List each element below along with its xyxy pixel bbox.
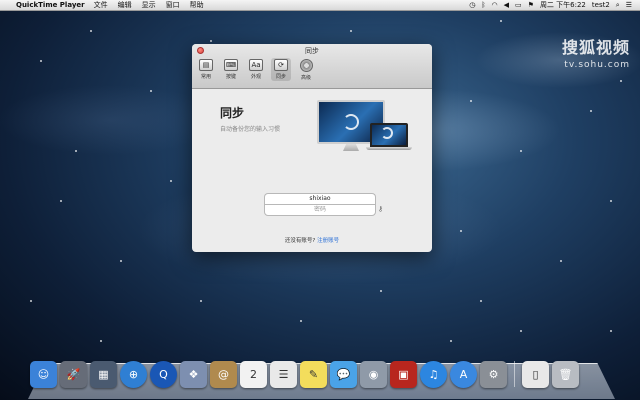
facetime-icon[interactable]: ◉ xyxy=(360,361,387,388)
keyboard-icon: ⌨ xyxy=(224,59,238,71)
menu-file[interactable]: 文件 xyxy=(94,0,108,10)
tab-appearance-label: 外观 xyxy=(250,74,261,80)
menu-edit[interactable]: 编辑 xyxy=(118,0,132,10)
menu-bar: QuickTime Player 文件 编辑 显示 窗口 帮助 ◷ ᛒ ◠ ◀ … xyxy=(0,0,640,11)
mission-control-icon[interactable]: ▦ xyxy=(90,361,117,388)
window-title: 同步 xyxy=(305,47,319,55)
reminders-icon[interactable]: ☰ xyxy=(270,361,297,388)
quicktime-icon[interactable]: Q xyxy=(150,361,177,388)
volume-icon[interactable]: ◀ xyxy=(504,1,509,9)
photo-booth-icon[interactable]: ▣ xyxy=(390,361,417,388)
password-field[interactable]: 密码 xyxy=(264,204,376,216)
contacts-icon[interactable]: @ xyxy=(210,361,237,388)
pane-subtitle: 自动备份您的输入习惯 xyxy=(220,126,281,133)
menu-extras: ◷ ᛒ ◠ ◀ ▭ ⚑ 周二 下午6:22 test2 ⌕ ☰ xyxy=(469,0,640,10)
preview-icon[interactable]: ❖ xyxy=(180,361,207,388)
signup-line: 还没有账号? 注册账号 xyxy=(192,236,432,244)
notification-center-icon[interactable]: ☰ xyxy=(626,1,632,9)
bluetooth-icon[interactable]: ᛒ xyxy=(481,1,485,9)
tab-keys[interactable]: ⌨ 按键 xyxy=(221,58,241,81)
tab-advanced[interactable]: 高级 xyxy=(296,58,316,81)
safari-icon[interactable]: ⊕ xyxy=(120,361,147,388)
sync-symbol-icon xyxy=(343,114,359,130)
imac-stand xyxy=(343,144,359,151)
laptop-illustration xyxy=(370,123,408,147)
preferences-toolbar: ▤ 常用 ⌨ 按键 Aa 外观 ⟳ 同步 高级 xyxy=(196,58,316,81)
watermark: 搜狐视频 tv.sohu.com xyxy=(562,34,630,70)
menu-help[interactable]: 帮助 xyxy=(190,0,204,10)
tab-general[interactable]: ▤ 常用 xyxy=(196,58,216,81)
spotlight-icon[interactable]: ⌕ xyxy=(616,1,620,10)
sync-pane: 同步 自动备份您的输入习惯 shixiao 密码 ⚷ 还没有账号? 注册账号 xyxy=(192,90,432,252)
menu-view[interactable]: 显示 xyxy=(142,0,156,10)
menu-window[interactable]: 窗口 xyxy=(166,0,180,10)
appearance-icon: Aa xyxy=(249,59,263,71)
tab-appearance[interactable]: Aa 外观 xyxy=(246,58,266,81)
menu-app-name[interactable]: QuickTime Player xyxy=(16,1,85,9)
notes-icon[interactable]: ✎ xyxy=(300,361,327,388)
laptop-base xyxy=(366,147,412,150)
sync-preferences-window: 同步 ▤ 常用 ⌨ 按键 Aa 外观 ⟳ 同步 高级 同步 自动备份您的输入习惯… xyxy=(192,44,432,252)
tab-general-label: 常用 xyxy=(200,74,211,80)
itunes-icon[interactable]: ♫ xyxy=(420,361,447,388)
wifi-icon[interactable]: ◠ xyxy=(492,1,498,9)
window-titlebar[interactable]: 同步 ▤ 常用 ⌨ 按键 Aa 外观 ⟳ 同步 高级 xyxy=(192,44,432,89)
battery-icon[interactable]: ▭ xyxy=(515,1,522,9)
pane-heading: 同步 xyxy=(220,106,245,120)
system-preferences-icon[interactable]: ⚙ xyxy=(480,361,507,388)
menu-user[interactable]: test2 xyxy=(592,1,610,9)
messages-icon[interactable]: 💬 xyxy=(330,361,357,388)
launchpad-icon[interactable]: 🚀 xyxy=(60,361,87,388)
app-store-icon[interactable]: A xyxy=(450,361,477,388)
watermark-logo: 搜狐视频 xyxy=(561,38,630,57)
sync-symbol-icon xyxy=(381,127,393,139)
document-stack-icon[interactable]: ▯ xyxy=(522,361,549,388)
dock-separator xyxy=(514,361,515,387)
menu-clock[interactable]: 周二 下午6:22 xyxy=(540,0,586,10)
tab-sync-label: 同步 xyxy=(275,74,286,80)
time-machine-icon[interactable]: ◷ xyxy=(469,1,475,9)
watermark-url: tv.sohu.com xyxy=(564,60,630,70)
dock: ☺ 🚀 ▦ ⊕ Q ❖ @2 ☰ ✎ 💬 ◉ ▣ ♫ A ⚙ ▯ 🗑 xyxy=(30,361,579,388)
general-icon: ▤ xyxy=(199,59,213,71)
signup-prompt: 还没有账号? xyxy=(284,238,316,244)
register-link[interactable]: 注册账号 xyxy=(317,238,339,244)
key-icon[interactable]: ⚷ xyxy=(378,205,383,213)
sync-icon: ⟳ xyxy=(274,59,288,71)
trash-icon[interactable]: 🗑 xyxy=(552,361,579,388)
flag-icon[interactable]: ⚑ xyxy=(528,1,534,9)
calendar-icon[interactable]: 2 xyxy=(240,361,267,388)
tab-keys-label: 按键 xyxy=(225,74,236,80)
tab-sync[interactable]: ⟳ 同步 xyxy=(271,58,291,81)
advanced-gear-icon xyxy=(299,59,313,72)
tab-advanced-label: 高级 xyxy=(300,75,311,81)
finder-icon[interactable]: ☺ xyxy=(30,361,57,388)
